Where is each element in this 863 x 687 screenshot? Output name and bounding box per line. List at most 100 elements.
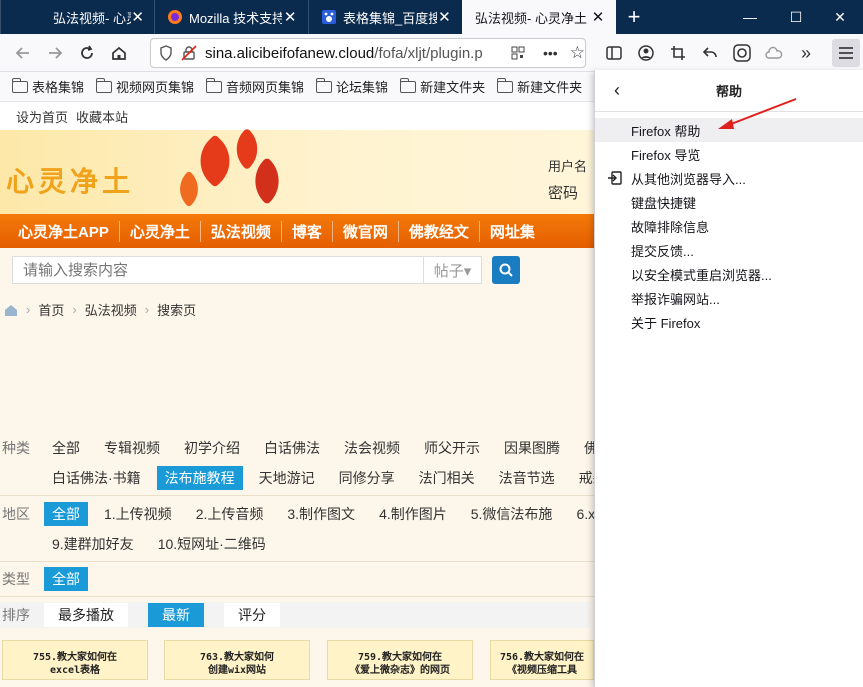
url-path: /fofa/xljt/plugin.p (374, 44, 483, 62)
filter-chip[interactable]: 同修分享 (331, 466, 403, 490)
filter-chip[interactable]: 初学介绍 (176, 436, 248, 460)
filter-chip-selected[interactable]: 全部 (44, 567, 88, 591)
filter-chip[interactable]: 因果图腾 (496, 436, 568, 460)
bookmark-star-icon[interactable]: ☆ (570, 43, 585, 63)
sort-bar: 排序 最多播放 最新 评分 (0, 602, 590, 628)
breadcrumb-hongfa[interactable]: 弘法视频 (85, 300, 137, 319)
filter-chip[interactable]: 全部 (44, 436, 88, 460)
close-icon[interactable]: ✕ (131, 8, 144, 26)
site-search-button[interactable] (492, 256, 520, 284)
breadcrumb-home[interactable]: 首页 (38, 300, 64, 319)
filter-chip[interactable]: 法门相关 (411, 466, 483, 490)
extension-cloud-icon[interactable] (764, 43, 784, 63)
bookmark-folder[interactable]: 音频网页集锦 (206, 77, 304, 96)
search-icon (499, 263, 513, 277)
video-thumbnail[interactable]: 759.教大家如何在 《爱上微杂志》的网页 (327, 640, 473, 680)
url-text[interactable]: sina.alicibeifofanew.cloud/fofa/xljt/plu… (205, 45, 505, 62)
hamburger-menu-button[interactable] (832, 39, 860, 67)
menu-item-firefox-tour[interactable]: Firefox 导览 (595, 142, 863, 166)
menu-item-feedback[interactable]: 提交反馈... (595, 238, 863, 262)
account-icon[interactable] (636, 43, 656, 63)
url-bar[interactable]: sina.alicibeifofanew.cloud/fofa/xljt/plu… (150, 38, 586, 68)
tab-hongfa-1[interactable]: 弘法视频- 心灵净土 ✕ (0, 0, 154, 34)
sidebar-icon[interactable] (604, 43, 624, 63)
tab-baidu[interactable]: 表格集锦_百度搜 ✕ (308, 0, 462, 34)
close-icon[interactable]: ✕ (437, 8, 452, 26)
menu-item-keyboard-shortcuts[interactable]: 键盘快捷键 (595, 190, 863, 214)
filter-chip-selected[interactable]: 全部 (44, 502, 88, 526)
password-label: 密码 (548, 185, 579, 202)
bookmark-folder[interactable]: 视频网页集锦 (96, 77, 194, 96)
sort-most-played[interactable]: 最多播放 (44, 603, 128, 627)
bookmark-folder[interactable]: 论坛集锦 (316, 77, 388, 96)
tab-mozilla-support[interactable]: Mozilla 技术支持 ✕ (154, 0, 308, 34)
menu-item-troubleshooting[interactable]: 故障排除信息 (595, 214, 863, 238)
filter-chip[interactable]: 1.上传视频 (96, 502, 180, 526)
filter-chip[interactable]: 白话佛法 (256, 436, 328, 460)
filter-chip[interactable]: 5.微信法布施 (463, 502, 561, 526)
home-button[interactable] (106, 40, 132, 66)
bookmark-site-link[interactable]: 收藏本站 (76, 107, 128, 126)
filter-chip[interactable]: 2.上传音频 (188, 502, 272, 526)
bookmark-folder[interactable]: 表格集锦 (12, 77, 84, 96)
filter-chip[interactable]: 3.制作图文 (279, 502, 363, 526)
filter-chip-selected[interactable]: 法布施教程 (156, 466, 243, 490)
video-thumbnail[interactable]: 763.教大家如何 创建wix网站 (164, 640, 310, 680)
overflow-chevron-icon[interactable]: » (796, 43, 816, 63)
extension-c-icon[interactable] (732, 43, 752, 63)
bookmark-folder[interactable]: 新建文件夹 (497, 77, 582, 96)
thumb-line: 755.教大家如何在 (32, 652, 118, 663)
nav-item[interactable]: 佛教经文 (399, 220, 480, 242)
back-chevron-icon[interactable]: ‹ (607, 80, 627, 101)
sort-newest[interactable]: 最新 (148, 603, 204, 627)
nav-item[interactable]: 心灵净土APP (8, 220, 120, 242)
reload-button[interactable] (74, 40, 100, 66)
set-homepage-link[interactable]: 设为首页 (16, 107, 68, 126)
nav-item[interactable]: 网址集 (480, 221, 545, 242)
close-icon[interactable]: ✕ (590, 8, 606, 26)
sort-rating[interactable]: 评分 (224, 603, 280, 627)
page-actions-icon[interactable]: ••• (543, 45, 558, 61)
maximize-button[interactable]: ☐ (773, 0, 819, 34)
undo-icon[interactable] (700, 43, 720, 63)
back-button[interactable] (10, 40, 36, 66)
minimize-button[interactable]: — (727, 0, 773, 34)
search-type-select[interactable]: 帖子▾ (424, 256, 482, 284)
menu-item-label: 以安全模式重启浏览器... (631, 267, 772, 283)
bookmark-folder[interactable]: 新建文件夹 (400, 77, 485, 96)
filter-chip[interactable]: 法会视频 (336, 436, 408, 460)
qr-code-icon (511, 46, 525, 60)
new-tab-button[interactable]: + (616, 0, 652, 34)
menu-item-report-deceptive[interactable]: 举报诈骗网站... (595, 286, 863, 310)
filter-kind-row: 类型 全部 (0, 566, 96, 592)
video-thumbnail[interactable]: 756.教大家如何在 《视频压缩工具 (490, 640, 594, 680)
nav-item[interactable]: 微官网 (333, 220, 399, 242)
filter-chip[interactable]: 白话佛法·书籍 (44, 466, 149, 490)
filter-chip[interactable]: 4.制作图片 (371, 502, 455, 526)
thumb-line: 创建wix网站 (207, 665, 267, 676)
close-window-button[interactable]: ✕ (817, 0, 863, 34)
site-search-input[interactable] (12, 256, 424, 284)
site-search: 帖子▾ (12, 256, 520, 284)
menu-item-about-firefox[interactable]: 关于 Firefox (595, 310, 863, 334)
filter-chip[interactable]: 专辑视频 (96, 436, 168, 460)
filter-chip[interactable]: 9.建群加好友 (44, 532, 142, 556)
nav-item[interactable]: 弘法视频 (201, 220, 282, 242)
tab-hongfa-active[interactable]: 弘法视频- 心灵净土 ✕ (462, 0, 616, 34)
maple-leaf-icon (170, 170, 208, 208)
nav-item[interactable]: 心灵净土 (120, 220, 201, 242)
home-icon (112, 46, 126, 60)
menu-item-label: Firefox 导览 (631, 147, 701, 163)
video-thumbnail[interactable]: 755.教大家如何在 excel表格 (2, 640, 148, 680)
menu-item-import[interactable]: 从其他浏览器导入... (595, 166, 863, 190)
close-icon[interactable]: ✕ (282, 8, 298, 26)
filter-chip[interactable]: 10.短网址·二维码 (150, 532, 274, 556)
filter-chip[interactable]: 法音节选 (491, 466, 563, 490)
filter-chip[interactable]: 师父开示 (416, 436, 488, 460)
forward-button[interactable] (42, 40, 68, 66)
crop-screenshot-icon[interactable] (668, 43, 688, 63)
filter-chip[interactable]: 天地游记 (251, 466, 323, 490)
tab-label: 弘法视频- 心灵净土 (53, 10, 131, 26)
menu-item-safe-mode[interactable]: 以安全模式重启浏览器... (595, 262, 863, 286)
nav-item[interactable]: 博客 (282, 220, 333, 242)
